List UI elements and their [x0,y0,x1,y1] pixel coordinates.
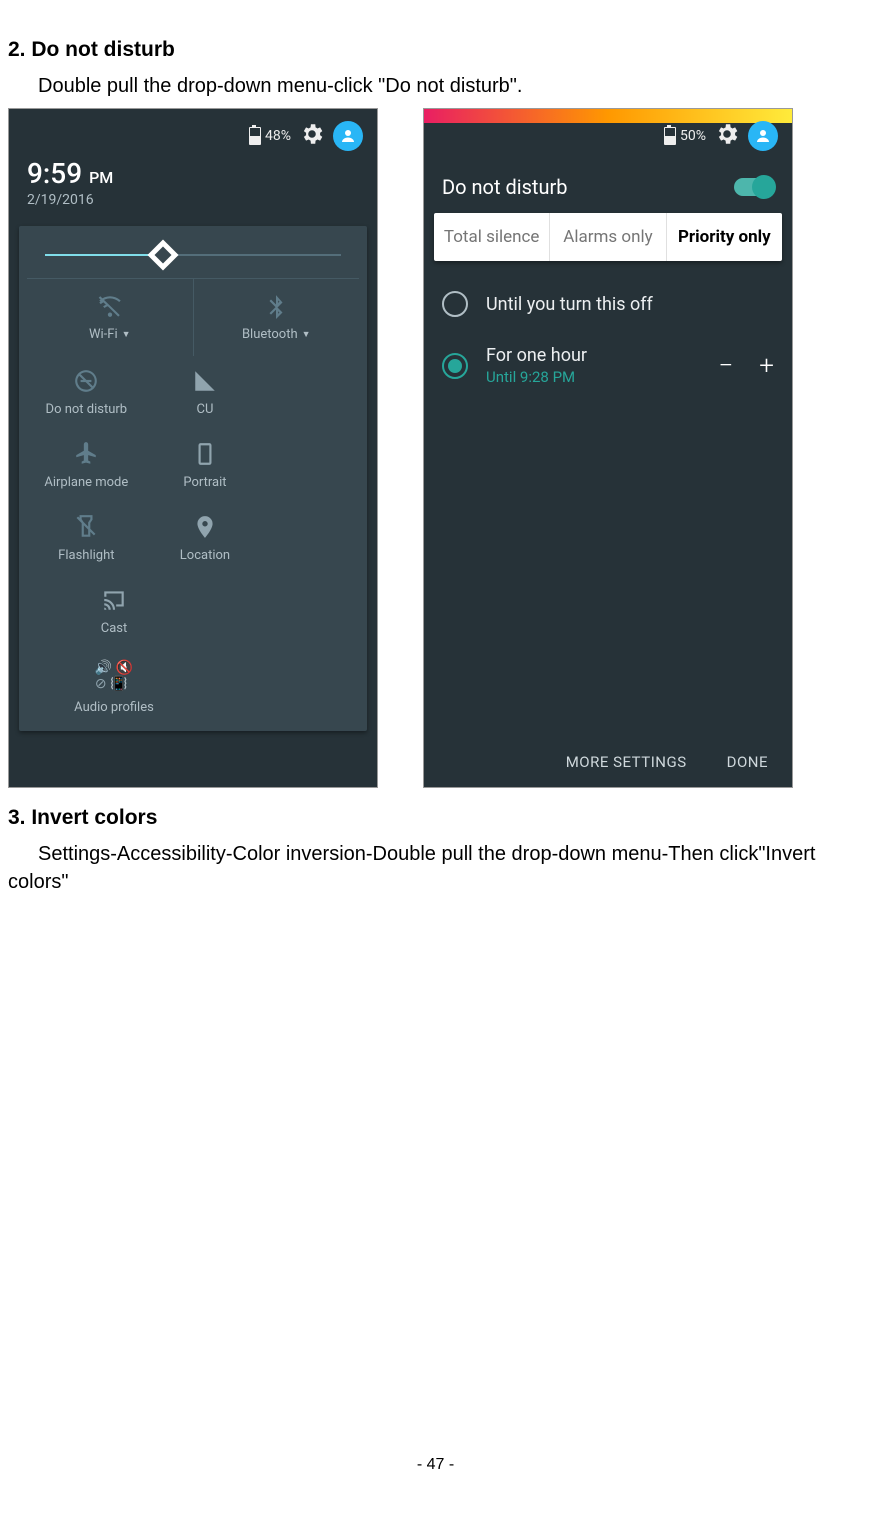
cast-icon [101,587,127,613]
radio-icon [442,291,468,317]
section-3-text: Settings-Accessibility-Color inversion-D… [8,840,863,896]
settings-gear-icon[interactable] [714,121,740,151]
tile-dnd-label: Do not disturb [46,402,128,417]
option-until-off[interactable]: Until you turn this off [442,277,774,331]
dnd-off-icon [73,368,99,394]
page-number: - 47 - [8,1456,863,1474]
bluetooth-icon [263,293,289,319]
tile-bluetooth-label: Bluetooth [242,327,298,342]
tile-flashlight-label: Flashlight [58,548,114,563]
clock-time: 9:59 [27,157,82,190]
tile-portrait-label: Portrait [183,475,226,490]
tile-audio-label: Audio profiles [74,700,154,715]
tile-location-label: Location [180,548,230,563]
tile-wifi-label: Wi-Fi [89,327,118,342]
tile-airplane-label: Airplane mode [44,475,128,490]
option-for-hour-subtext: Until 9:28 PM [486,368,587,386]
brightness-thumb-icon[interactable] [148,239,179,270]
tile-cu-label: CU [197,402,214,417]
option-for-hour-label: For one hour [486,345,587,366]
portrait-icon [192,441,218,467]
radio-selected-icon [442,353,468,379]
airplane-off-icon [73,441,99,467]
location-icon [192,514,218,540]
option-for-one-hour[interactable]: For one hour Until 9:28 PM − + [442,331,774,400]
brightness-slider[interactable] [27,238,359,278]
battery-indicator: 50% [664,127,706,145]
tile-cast[interactable]: Cast [27,575,201,648]
signal-icon [192,368,218,394]
tab-total-silence[interactable]: Total silence [434,213,549,261]
tile-cast-label: Cast [101,621,128,636]
tile-bluetooth[interactable]: Bluetooth ▼ [193,279,360,356]
dnd-mode-tabs: Total silence Alarms only Priority only [434,213,782,261]
duration-minus-button[interactable]: − [718,351,733,381]
user-avatar-icon[interactable] [333,121,363,151]
tile-portrait[interactable]: Portrait [146,429,265,502]
done-button[interactable]: DONE [727,753,768,771]
section-2-heading: 2. Do not disturb [8,38,863,62]
battery-percent: 48% [265,128,291,144]
quick-settings-panel: Wi-Fi ▼ Bluetooth ▼ Do not disturb CU [19,226,367,731]
user-avatar-icon[interactable] [748,121,778,151]
dnd-title: Do not disturb [442,175,568,199]
settings-gear-icon[interactable] [299,121,325,151]
tile-audio-profiles[interactable]: 🔊 🔇⊘ 📳 Audio profiles [27,648,201,727]
clock-date: 2/19/2016 [27,192,359,208]
battery-percent: 50% [680,128,706,144]
status-bar: 48% [9,109,377,157]
clock-ampm: PM [89,168,113,187]
tab-priority-only[interactable]: Priority only [666,213,782,261]
section-2-text: Double pull the drop-down menu-click "Do… [8,72,863,100]
battery-indicator: 48% [249,127,291,145]
screenshots-row: 48% 9:59 PM 2/19/2016 [8,108,863,788]
option-until-off-label: Until you turn this off [486,294,653,315]
chevron-down-icon: ▼ [302,329,311,340]
chevron-down-icon: ▼ [122,329,131,340]
status-bar: 50% [424,109,792,157]
battery-icon [249,127,261,145]
tile-location[interactable]: Location [146,502,265,575]
duration-plus-button[interactable]: + [759,351,774,381]
dnd-toggle[interactable] [734,178,774,196]
dnd-settings-screenshot: 50% Do not disturb Total silence Alarms … [423,108,793,788]
section-3-heading: 3. Invert colors [8,806,863,830]
wifi-off-icon [97,293,123,319]
quick-settings-screenshot: 48% 9:59 PM 2/19/2016 [8,108,378,788]
clock-block: 9:59 PM 2/19/2016 [9,157,377,216]
battery-icon [664,127,676,145]
tile-flashlight[interactable]: Flashlight [27,502,146,575]
flashlight-off-icon [73,514,99,540]
tab-alarms-only[interactable]: Alarms only [549,213,665,261]
tile-airplane[interactable]: Airplane mode [27,429,146,502]
tile-do-not-disturb[interactable]: Do not disturb [27,356,146,429]
audio-profiles-icon: 🔊 🔇⊘ 📳 [95,660,133,692]
tile-cellular[interactable]: CU [146,356,265,429]
more-settings-button[interactable]: MORE SETTINGS [566,753,687,771]
tile-wifi[interactable]: Wi-Fi ▼ [27,279,193,356]
